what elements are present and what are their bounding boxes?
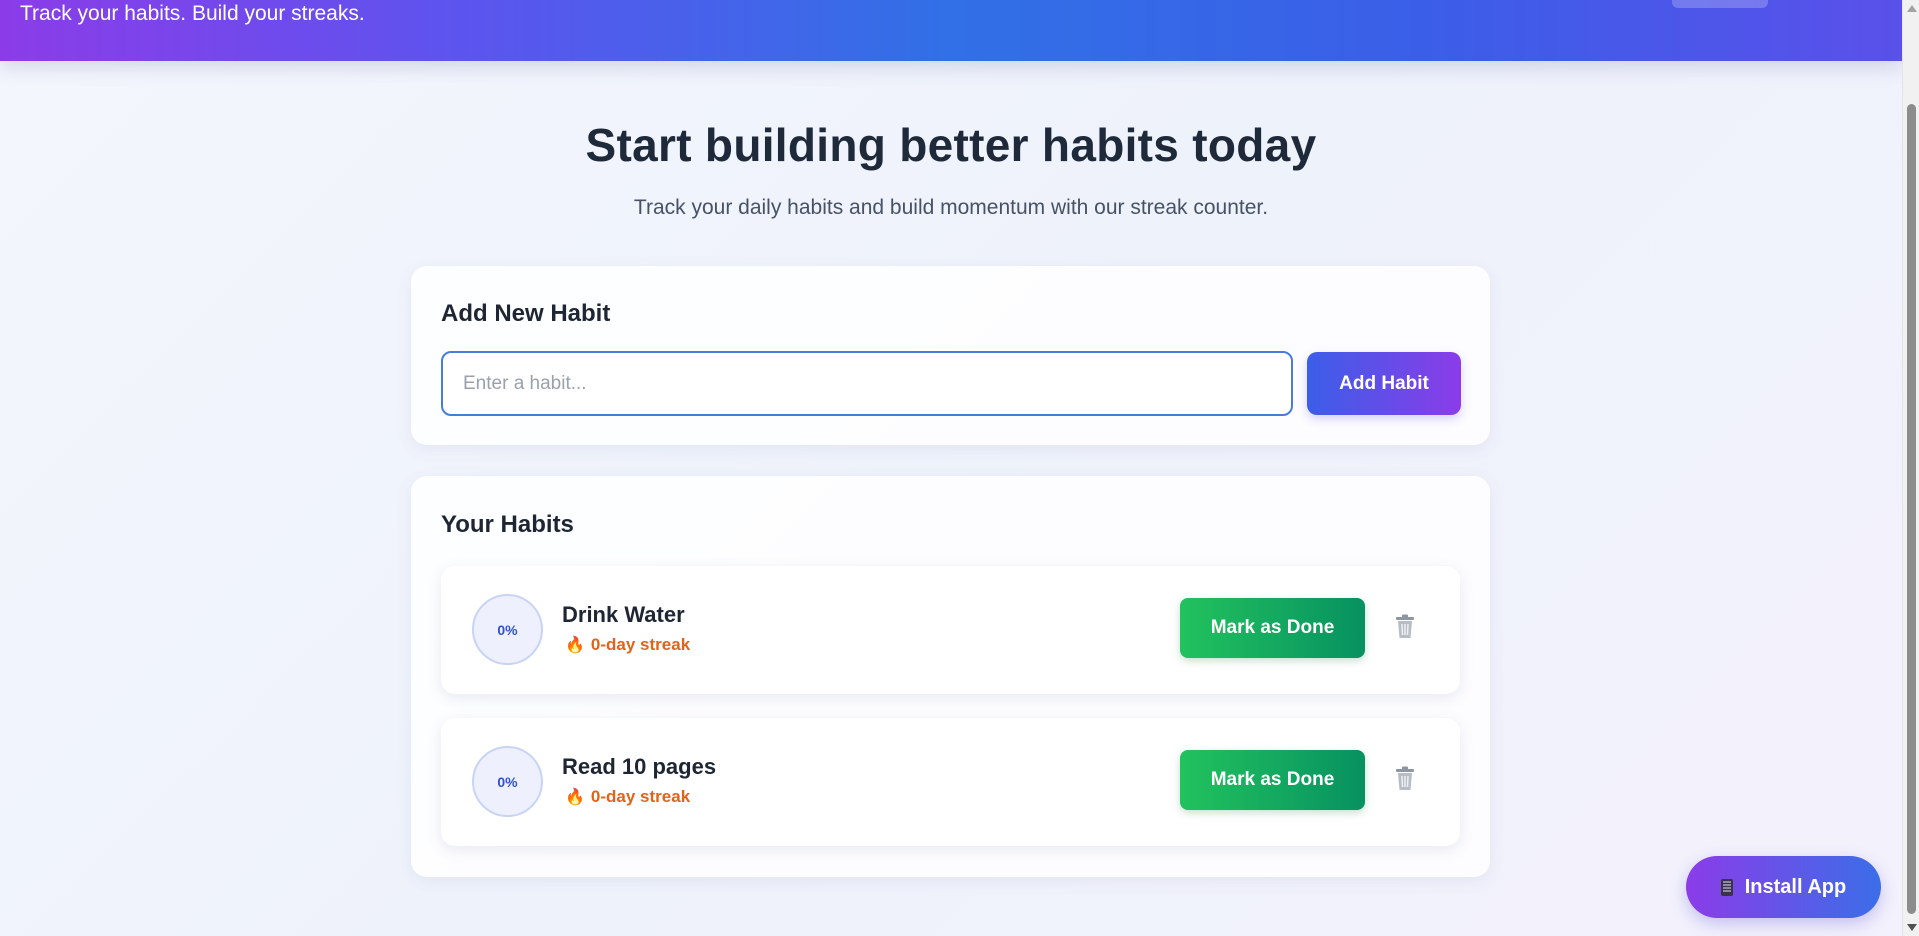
habit-input[interactable]: [441, 351, 1293, 416]
streak-label: 🔥 0-day streak: [565, 635, 690, 655]
habit-item-read-pages: 0% Read 10 pages 🔥 0-day streak Mark as …: [441, 718, 1460, 846]
habits-title: Your Habits: [441, 511, 574, 538]
progress-label: 0%: [497, 621, 518, 638]
habit-name: Read 10 pages: [562, 754, 717, 779]
trash-icon[interactable]: [1393, 766, 1417, 792]
streak-text: 0-day streak: [590, 635, 691, 654]
mark-done-button[interactable]: Mark as Done: [1180, 598, 1365, 658]
progress-ring: 0%: [472, 594, 543, 665]
scroll-down-icon[interactable]: [1907, 924, 1917, 931]
install-label: Install App: [1744, 875, 1847, 898]
header-tagline: Track your habits. Build your streaks.: [20, 2, 365, 25]
mark-done-button[interactable]: Mark as Done: [1180, 750, 1365, 810]
streak-text: 0-day streak: [590, 787, 691, 806]
streak-label: 🔥 0-day streak: [565, 787, 690, 807]
progress-ring: 0%: [472, 746, 543, 817]
scrollbar-thumb[interactable]: [1907, 104, 1916, 914]
scroll-up-icon[interactable]: [1907, 5, 1917, 12]
page-title: Start building better habits today: [585, 119, 1317, 171]
habit-item-drink-water: 0% Drink Water 🔥 0-day streak Mark as Do…: [441, 566, 1460, 694]
fire-icon: 🔥: [565, 789, 585, 806]
trash-icon[interactable]: [1393, 614, 1417, 640]
add-habit-card: Add New Habit Add Habit: [411, 266, 1490, 445]
vertical-scrollbar[interactable]: [1902, 0, 1919, 936]
page-subtitle: Track your daily habits and build moment…: [633, 196, 1269, 219]
install-app-button[interactable]: Install App: [1686, 856, 1881, 918]
phone-icon: [1720, 878, 1733, 896]
progress-label: 0%: [497, 773, 518, 790]
habit-name: Drink Water: [562, 602, 685, 627]
fire-icon: 🔥: [565, 637, 585, 654]
add-habit-button[interactable]: Add Habit: [1307, 352, 1461, 415]
header-button[interactable]: [1672, 0, 1768, 8]
habits-card: Your Habits 0% Drink Water 🔥 0-day strea…: [411, 476, 1490, 877]
add-habit-title: Add New Habit: [441, 300, 611, 327]
app-header: Track your habits. Build your streaks.: [0, 0, 1902, 61]
